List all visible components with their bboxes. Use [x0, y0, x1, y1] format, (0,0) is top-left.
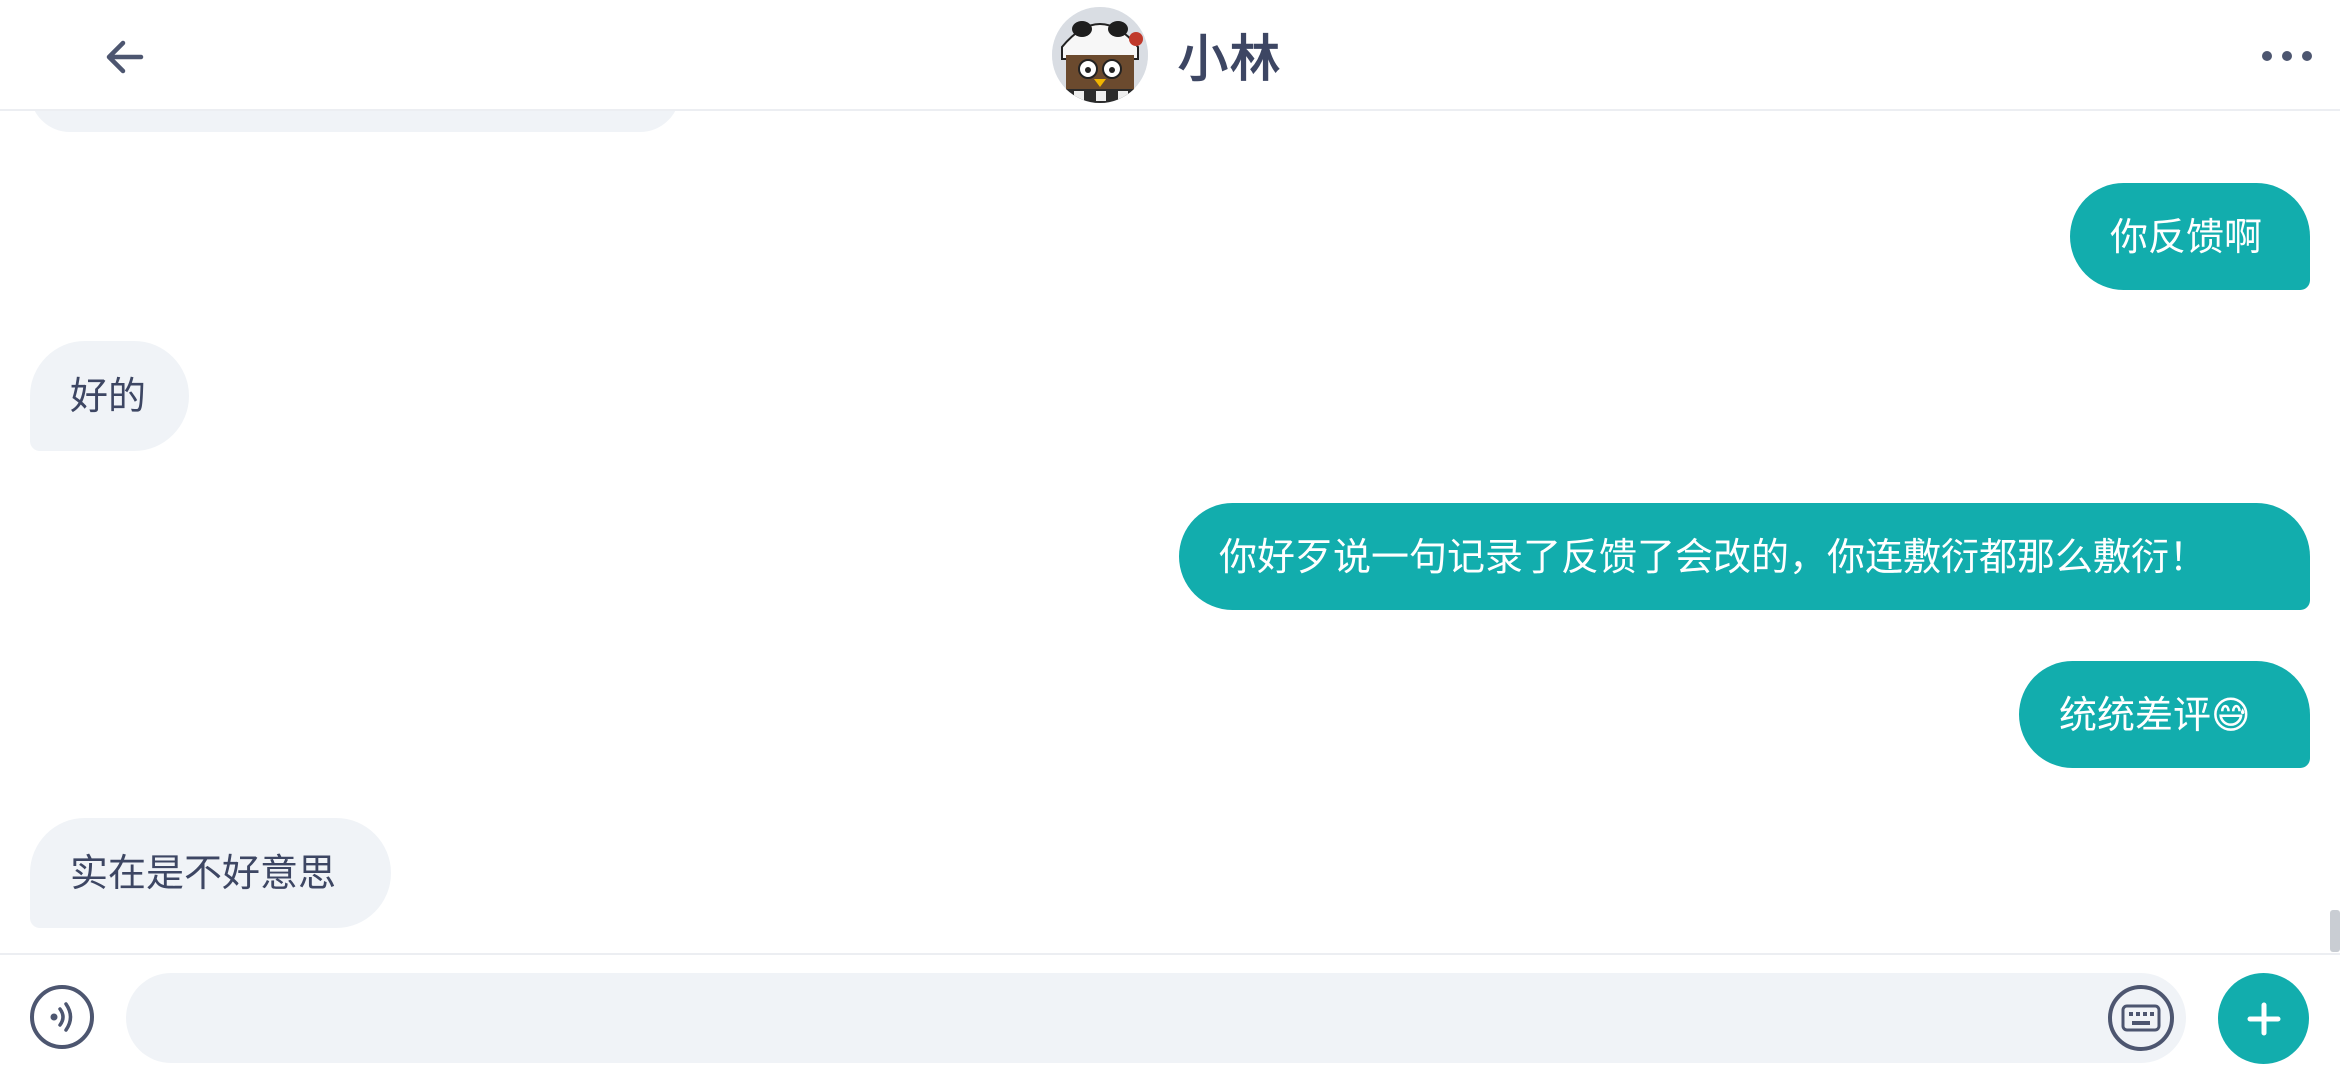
message-text: 好的	[70, 374, 147, 418]
keyboard-button[interactable]	[2108, 985, 2174, 1051]
chat-screen: 小林 你反馈啊 好的 你好歹说一句记录了反馈了会改的，你连敷衍都那么敷衍！ 统统…	[0, 0, 2340, 1080]
arrow-left-icon	[106, 40, 144, 74]
plus-button[interactable]	[2218, 973, 2309, 1064]
more-horizontal-icon	[2262, 51, 2312, 61]
message-input-bar	[0, 953, 2340, 1080]
message-bubble-incoming[interactable]: 实在是不好意思	[30, 818, 391, 928]
back-button[interactable]	[90, 22, 160, 92]
plus-icon	[2247, 1002, 2280, 1035]
chat-title: 小林	[1178, 30, 1282, 88]
scrollbar-thumb[interactable]	[2330, 910, 2340, 952]
contact-avatar[interactable]	[1052, 7, 1148, 103]
keyboard-icon	[2121, 1004, 2161, 1032]
message-list[interactable]: 你反馈啊 好的 你好歹说一句记录了反馈了会改的，你连敷衍都那么敷衍！ 统统差评😅…	[0, 111, 2340, 953]
message-text: 实在是不好意思	[70, 851, 337, 895]
voice-button[interactable]	[30, 985, 94, 1049]
chat-title-group[interactable]: 小林	[1052, 5, 1282, 105]
message-bubble-incoming[interactable]: 好的	[30, 341, 189, 451]
chat-header: 小林	[0, 0, 2340, 111]
message-text: 统统差评😅	[2059, 692, 2251, 737]
message-bubble-outgoing[interactable]: 你好歹说一句记录了反馈了会改的，你连敷衍都那么敷衍！	[1179, 503, 2310, 610]
message-input[interactable]	[126, 973, 2186, 1063]
message-text: 你好歹说一句记录了反馈了会改的，你连敷衍都那么敷衍！	[1219, 534, 2208, 579]
more-button[interactable]	[2252, 26, 2322, 86]
message-bubble-outgoing[interactable]: 你反馈啊	[2070, 183, 2310, 290]
message-bubble-partial	[30, 111, 680, 132]
message-text: 你反馈啊	[2110, 214, 2263, 259]
message-bubble-outgoing[interactable]: 统统差评😅	[2019, 661, 2310, 768]
voice-icon	[50, 1002, 73, 1032]
avatar-image	[1052, 7, 1148, 103]
